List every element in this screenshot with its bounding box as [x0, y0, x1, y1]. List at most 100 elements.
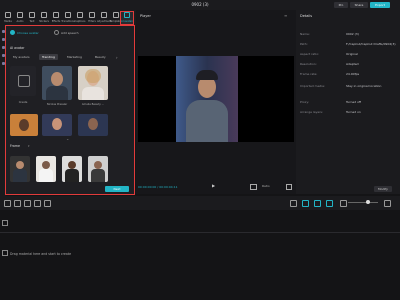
zoom-slider[interactable]: [348, 202, 378, 203]
avatar-hair: [85, 69, 101, 83]
detail-key: Arrange layers:: [300, 110, 324, 114]
radio-selected-icon: [10, 30, 15, 35]
detail-key: Imported media:: [300, 84, 326, 88]
sidebar-icon[interactable]: [1, 38, 5, 41]
details-title: Details: [300, 14, 313, 18]
frame-avatar-icon: [16, 161, 24, 169]
collapse-icon[interactable]: ⌃: [66, 138, 69, 143]
next-button[interactable]: Next: [105, 186, 129, 192]
track-lock-icon[interactable]: [2, 220, 8, 226]
avatar-card[interactable]: [10, 114, 38, 136]
frame-expand-icon[interactable]: ▾: [28, 144, 30, 148]
frame-option[interactable]: [36, 156, 56, 182]
pro-button[interactable]: Pro: [334, 2, 348, 8]
frame-option[interactable]: [88, 156, 108, 182]
frame-body: [91, 169, 105, 182]
track-visibility-icon[interactable]: [2, 250, 8, 256]
modify-button[interactable]: Modify: [374, 186, 392, 192]
detail-value: 24.00fps: [346, 72, 360, 76]
sidebar-icon[interactable]: [1, 46, 5, 49]
detail-value: F:/CapCut/CapCut Drafts/0902(3): [346, 42, 396, 46]
detail-value: Adapted: [346, 62, 359, 66]
frame-body: [13, 169, 27, 182]
avatar-face: [88, 118, 98, 130]
video-avatar-headphones: [196, 70, 218, 80]
detail-value: Turned off: [346, 100, 361, 104]
video-avatar-body: [186, 100, 228, 142]
redo-icon[interactable]: [24, 200, 31, 207]
media-icon: [5, 12, 11, 18]
effects-icon: [53, 12, 59, 18]
detail-key: Resolution:: [300, 62, 317, 66]
frame-avatar-icon: [42, 161, 50, 169]
avatar-card[interactable]: [42, 114, 72, 136]
tabs-scroll-right-icon[interactable]: ›: [116, 55, 118, 60]
preview-axis-icon[interactable]: [326, 200, 333, 207]
play-button[interactable]: ▶: [212, 183, 215, 188]
video-preview: [176, 56, 238, 142]
create-avatar-label: Create: [18, 101, 28, 104]
ai-avatar-icon: [124, 12, 130, 18]
transitions-icon: [65, 12, 71, 18]
detail-key: Name:: [300, 32, 310, 36]
player-menu-icon[interactable]: ≡: [284, 13, 287, 18]
detail-value: 0902 (3): [346, 32, 359, 36]
split-icon[interactable]: [34, 200, 41, 207]
sidebar-icon[interactable]: [1, 62, 5, 65]
frame-avatar-icon: [94, 161, 102, 169]
link-icon[interactable]: [302, 200, 309, 207]
player-title: Player: [140, 14, 151, 18]
zoom-in-icon[interactable]: [384, 200, 391, 207]
export-button[interactable]: Export: [370, 2, 390, 8]
expand-icon[interactable]: [286, 184, 292, 190]
detail-value: Original: [346, 52, 358, 56]
avatar-card[interactable]: [78, 66, 108, 100]
fullscreen-preview-icon[interactable]: [250, 184, 257, 190]
sidebar-icon[interactable]: [1, 30, 5, 33]
avatar-name: Nicolas Pressler: [46, 103, 68, 106]
frame-option[interactable]: [10, 156, 30, 182]
track-divider: [0, 232, 400, 233]
sidebar-icon[interactable]: [1, 54, 5, 57]
tab-marketing[interactable]: Marketing: [64, 54, 85, 60]
timeline-drop-hint: Drag material here and start to create: [10, 252, 72, 256]
detail-key: Proxy:: [300, 100, 310, 104]
templates-icon: [113, 12, 119, 18]
avatar-card[interactable]: [78, 114, 108, 136]
project-title: 0902 (3): [191, 2, 209, 7]
playback-time: 00:00:00:00 / 00:00:04:11: [138, 185, 178, 189]
avatar-face: [52, 118, 62, 130]
adjustment-icon: [101, 12, 107, 18]
create-avatar-icon: [18, 75, 30, 87]
radio-choose-avatar[interactable]: Choose avatar: [10, 30, 39, 35]
zoom-out-icon[interactable]: [340, 200, 347, 207]
radio-add-speech[interactable]: Add speech: [54, 30, 78, 35]
ai-avatar-heading: AI avatar: [10, 46, 25, 50]
select-tool-icon[interactable]: [4, 200, 11, 207]
frame-body: [39, 169, 53, 182]
ratio-button[interactable]: Ratio: [262, 184, 270, 188]
frame-option[interactable]: [62, 156, 82, 182]
avatar-card[interactable]: [42, 66, 72, 100]
delete-icon[interactable]: [44, 200, 51, 207]
avatar-body: [82, 87, 104, 100]
share-button[interactable]: Share: [350, 2, 368, 8]
detail-key: Path:: [300, 42, 308, 46]
text-icon: [29, 12, 35, 18]
avatar-name: Amelie Beauty ...: [81, 103, 105, 106]
tab-beauty[interactable]: Beauty: [92, 54, 109, 60]
zoom-slider-handle[interactable]: [366, 200, 370, 204]
tab-trending[interactable]: Trending: [39, 54, 58, 60]
toolbar-ai-avatars[interactable]: AI avatars: [120, 11, 134, 25]
tab-my-avatars[interactable]: My avatars: [10, 54, 33, 60]
snap-icon[interactable]: [314, 200, 321, 207]
avatar-body: [46, 86, 68, 100]
radio-icon: [54, 30, 59, 35]
microphone-icon[interactable]: [290, 200, 297, 207]
frame-body: [65, 169, 79, 182]
avatar-face: [51, 72, 63, 86]
undo-icon[interactable]: [14, 200, 21, 207]
frame-heading: Frame: [10, 144, 20, 148]
audio-icon: [17, 12, 23, 18]
detail-key: Aspect ratio:: [300, 52, 320, 56]
